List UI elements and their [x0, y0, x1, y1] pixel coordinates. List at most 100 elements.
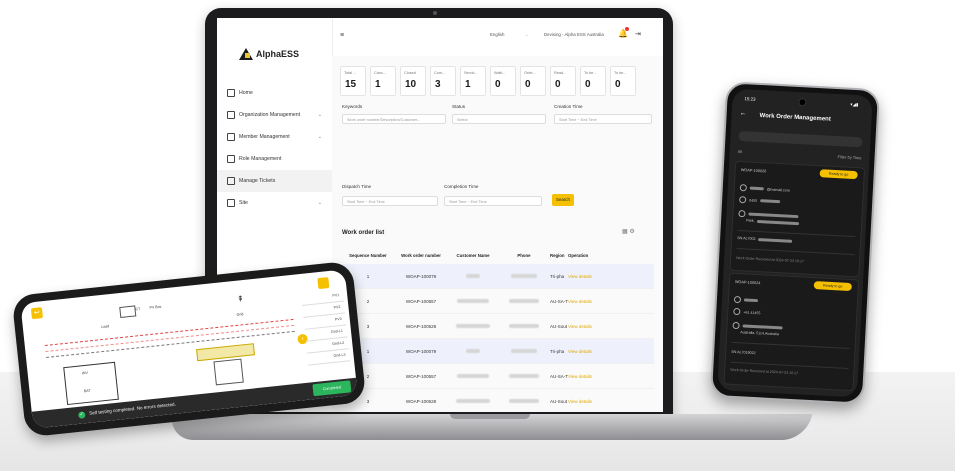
stat-value: 0 — [585, 79, 591, 90]
column-header[interactable]: Sequence Number — [342, 253, 394, 258]
view-details-link[interactable]: View details — [568, 374, 608, 379]
sidebar-item-members[interactable]: Member Management ⌄ — [217, 126, 332, 148]
cell-number: WOAP-100079 — [405, 348, 437, 354]
column-header[interactable]: Phone — [498, 253, 550, 258]
view-details-link[interactable]: View details — [568, 399, 608, 404]
menu-button[interactable] — [317, 277, 330, 290]
product-showcase: AlphaESS Home Organization Management ⌄ — [0, 0, 955, 471]
sidebar-item-label: Member Management — [239, 134, 290, 140]
user-menu[interactable]: Devising - Alpha ESS Australia — [544, 32, 604, 37]
logout-icon[interactable]: ⇥ — [635, 30, 641, 38]
column-header[interactable]: Region — [550, 253, 568, 258]
ticket-icon — [227, 177, 235, 185]
menu-icon[interactable]: ≡ — [340, 32, 344, 39]
sidebar-item-label: Site — [239, 200, 248, 206]
filter-by-time[interactable]: Filter by Time — [837, 154, 861, 160]
address-line: Australia, 5114,Australia — [740, 330, 779, 336]
table-header: Sequence Number Work order number Custom… — [342, 246, 654, 264]
chevron-down-icon: ⌄ — [317, 112, 322, 118]
search-button[interactable]: Search — [552, 194, 574, 206]
stat-card[interactable]: Orde... 0 — [520, 66, 546, 96]
table-row[interactable]: 3 WOAP-100528 AU-Sout View details — [342, 389, 654, 412]
table-row[interactable]: 2 WOAP-100557 AU-SA-T View details — [342, 364, 654, 389]
cell-phone — [498, 373, 550, 379]
stat-card[interactable]: Closed 10 — [400, 66, 426, 96]
email-icon — [733, 295, 742, 304]
sidebar-item-label: Home — [239, 90, 253, 96]
cell-region: Tri-pha — [550, 273, 565, 279]
breaker-box — [213, 358, 244, 386]
sidebar-item-organization[interactable]: Organization Management ⌄ — [217, 104, 332, 126]
serial-number: SN:AL7002 — [737, 235, 756, 241]
completion-time-range[interactable]: Start Time ~ End Time — [444, 196, 542, 206]
table-row[interactable]: 1 WOAP-100079 Tri-pha View details — [342, 339, 654, 364]
table-row[interactable]: 3 WOAP-100528 AU-Sout View details — [342, 314, 654, 339]
grid-tower-icon: ⇞ — [236, 294, 245, 304]
cell-region: AU-Sout — [550, 398, 568, 404]
phone-prefix: 0455 — [749, 198, 758, 203]
keywords-input[interactable]: Work order number/Description/Customer..… — [342, 114, 446, 124]
stat-label: Waiti... — [494, 71, 506, 75]
sidebar-item-home[interactable]: Home — [217, 82, 332, 104]
creation-time-range[interactable]: Start Time ~ End Time — [554, 114, 652, 124]
stat-card[interactable]: Servic... 1 — [460, 66, 486, 96]
stat-card[interactable]: Waiti... 0 — [490, 66, 516, 96]
column-header[interactable]: Customer Name — [448, 253, 498, 258]
page-title: Work Order Management — [759, 112, 831, 123]
pv-box-label: PV Box — [149, 304, 162, 310]
stat-card[interactable]: To be... 0 — [610, 66, 636, 96]
table-row[interactable]: 2 WOAP-100557 AU-SA-T View details — [342, 289, 654, 314]
table-settings-icon[interactable]: ▦ ⚙ — [622, 228, 635, 235]
end-time-placeholder: End Time — [470, 200, 487, 204]
redacted-text — [743, 298, 759, 303]
main-content: Total ... 15 Canc... 1 Closed 10 Com... 3 Se… — [332, 56, 663, 412]
table-row[interactable]: 1 WOAP-100079 Tri-pha View details — [342, 264, 654, 289]
view-details-link[interactable]: View details — [568, 349, 608, 354]
stat-card[interactable]: Total ... 15 — [340, 66, 366, 96]
view-details-link[interactable]: View details — [568, 274, 608, 279]
work-order-table: Sequence Number Work order number Custom… — [342, 246, 654, 412]
stat-card[interactable]: Com... 3 — [430, 66, 456, 96]
cell-customer — [448, 298, 498, 304]
stat-label: Read... — [554, 71, 567, 75]
end-time-placeholder: End Time — [580, 118, 597, 122]
dispatch-time-range[interactable]: Start Time ~ End Time — [342, 196, 438, 206]
column-header[interactable]: Operation — [568, 253, 608, 258]
sidebar-item-site[interactable]: Site ⌄ — [217, 192, 332, 214]
stat-value: 0 — [495, 79, 501, 90]
back-arrow-icon[interactable]: ← — [740, 110, 747, 117]
creation-time-label: Creation Time — [554, 104, 583, 109]
search-input[interactable] — [738, 130, 863, 148]
stat-card[interactable]: Read... 0 — [550, 66, 576, 96]
stat-card[interactable]: To be... 0 — [580, 66, 606, 96]
topbar: ≡ English ⌄ Devising - Alpha ESS Austral… — [332, 18, 663, 56]
grid-label: Grid — [236, 312, 244, 317]
portrait-phone: 15:23 ▾◢▮ ← Work Order Management All Fi… — [709, 81, 881, 405]
phone-row: +61 41455 — [733, 307, 760, 316]
language-select[interactable]: English — [490, 32, 504, 37]
email-icon — [739, 184, 748, 192]
work-order-card[interactable]: WOAP-100024 Ready to go +61 41455 Austra… — [723, 272, 860, 392]
brand-logo[interactable]: AlphaESS — [239, 48, 299, 60]
column-header[interactable]: Work order number — [394, 253, 448, 258]
view-details-link[interactable]: View details — [568, 324, 608, 329]
card-divider — [736, 247, 855, 256]
received-time: Work Order Received at 2024-07-23 10:17 — [730, 367, 799, 376]
view-details-link[interactable]: View details — [568, 299, 608, 304]
redacted-text — [742, 324, 783, 330]
chevron-down-icon: ⌄ — [317, 200, 322, 206]
cell-region: AU-SA-T — [550, 373, 568, 379]
list-title: Work order list — [342, 230, 385, 236]
site-icon — [227, 199, 235, 207]
work-order-card[interactable]: WOAP-100026 Ready to go @hotmail.com 045… — [729, 160, 866, 278]
completed-button[interactable]: Completed — [312, 380, 352, 397]
sidebar-item-tickets[interactable]: Manage Tickets — [217, 170, 332, 192]
tab-all[interactable]: All — [738, 149, 743, 154]
sn-row: SN:AL7019022 — [731, 350, 756, 355]
back-icon[interactable]: ↩ — [30, 307, 43, 320]
stat-label: To be... — [584, 71, 597, 75]
stat-card[interactable]: Canc... 1 — [370, 66, 396, 96]
address-text: Australia, 5114,Australia — [740, 330, 779, 337]
status-select[interactable]: Select — [452, 114, 546, 124]
sidebar-item-roles[interactable]: Role Management — [217, 148, 332, 170]
